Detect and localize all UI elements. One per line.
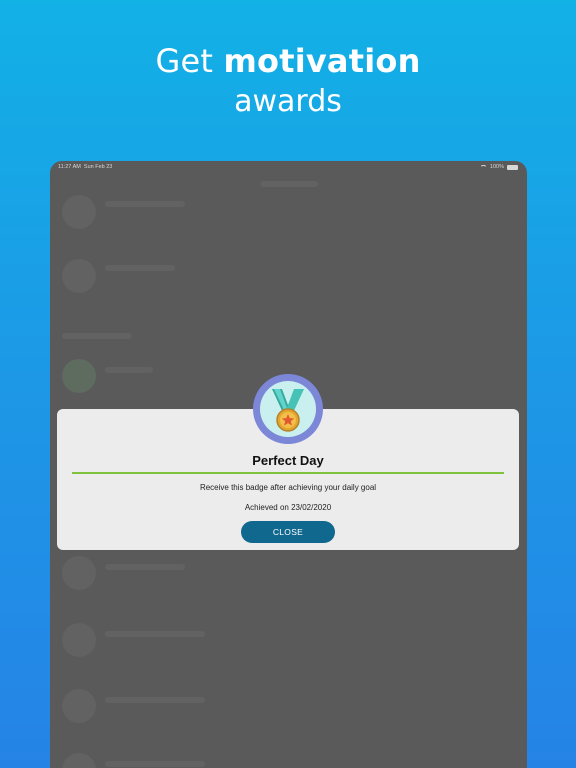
status-time-date: 11:27 AM Sun Feb 23: [58, 164, 112, 170]
status-time: 11:27 AM: [58, 164, 81, 170]
close-button[interactable]: CLOSE: [241, 521, 335, 543]
headline-prefix: Get: [155, 42, 224, 80]
blurred-badge-icon: [62, 623, 96, 657]
blurred-badge-icon: [62, 195, 96, 229]
medal-background: [260, 381, 316, 437]
medal-graphic: [272, 389, 304, 432]
headline-line-2: awards: [234, 84, 342, 119]
blurred-badge-icon: [62, 359, 96, 393]
blurred-row-text: [105, 367, 153, 373]
title-divider: [72, 472, 504, 474]
badge-title: Perfect Day: [252, 453, 324, 468]
badge-description: Receive this badge after achieving your …: [199, 483, 377, 492]
blurred-nav-title: [260, 181, 318, 187]
headline-line-1: Get motivation: [0, 40, 576, 82]
blurred-badge-icon: [62, 753, 96, 768]
blurred-row-text: [105, 697, 205, 703]
blurred-section-header: [62, 333, 132, 339]
achieved-date: Achieved on 23/02/2020: [244, 503, 332, 512]
battery-percent: 100%: [489, 164, 504, 170]
blurred-row-text: [105, 265, 175, 271]
battery-icon: [507, 164, 518, 170]
blurred-row-text: [105, 631, 205, 637]
blurred-badge-icon: [62, 259, 96, 293]
headline-emphasis: motivation: [223, 42, 421, 80]
wifi-icon: [479, 164, 487, 170]
blurred-badge-icon: [62, 689, 96, 723]
status-date: Sun Feb 23: [83, 164, 113, 170]
headline: Get motivation awards: [0, 40, 576, 122]
blurred-row-text: [105, 564, 185, 570]
status-bar: 11:27 AM Sun Feb 23 100%: [50, 161, 527, 175]
status-right: 100%: [479, 164, 518, 170]
blurred-badge-icon: [62, 556, 96, 590]
blurred-row-text: [105, 201, 185, 207]
medal-icon: [253, 374, 323, 444]
blurred-row-text: [105, 761, 205, 767]
